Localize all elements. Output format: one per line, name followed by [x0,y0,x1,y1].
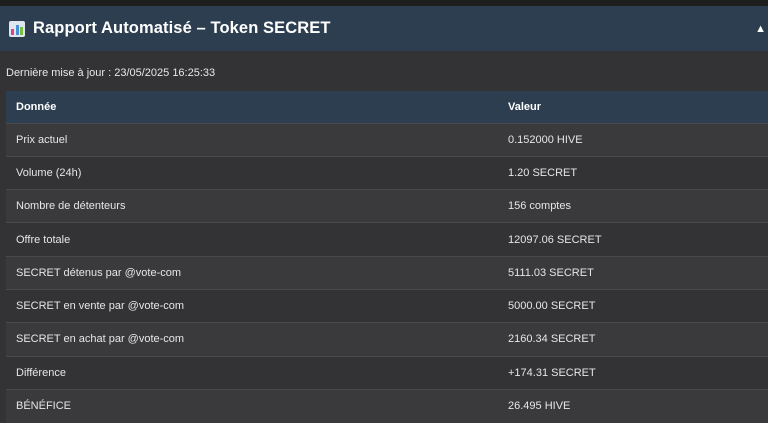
row-value: 5111.03 SECRET [508,266,594,279]
report-title: Rapport Automatisé – Token SECRET [33,19,331,37]
row-key: BÉNÉFICE [16,400,72,413]
last-updated: Dernière mise à jour : 23/05/2025 16:25:… [6,67,216,79]
row-value: 12097.06 SECRET [508,233,602,246]
report-header[interactable]: Rapport Automatisé – Token SECRET ▲ [0,6,768,51]
row-value: 2160.34 SECRET [508,333,596,346]
row-key: SECRET en achat par @vote-com [16,333,185,346]
row-value: 0.152000 HIVE [508,133,583,146]
row-value: 1.20 SECRET [508,166,578,179]
table-header-row: Donnée Valeur [6,91,768,123]
table-row: SECRET détenus par @vote-com 5111.03 SEC… [6,256,768,290]
table-row: Différence +174.31 SECRET [6,356,768,390]
row-key: SECRET en vente par @vote-com [16,300,185,313]
row-value: 26.495 HIVE [508,400,571,413]
report-table: Donnée Valeur Prix actuel 0.152000 HIVE … [6,91,768,423]
table-row: Volume (24h) 1.20 SECRET [6,156,768,190]
table-row: BÉNÉFICE 26.495 HIVE [6,389,768,423]
row-key: Nombre de détenteurs [16,200,126,213]
row-key: Offre totale [16,233,71,246]
bar-chart-icon [9,20,25,37]
row-key: Prix actuel [16,133,68,146]
collapse-toggle-icon[interactable]: ▲ [755,23,766,35]
table-row: Nombre de détenteurs 156 comptes [6,189,768,223]
table-row: SECRET en vente par @vote-com 5000.00 SE… [6,289,768,323]
table-row: Offre totale 12097.06 SECRET [6,222,768,257]
row-value: 156 comptes [508,200,571,213]
row-key: SECRET détenus par @vote-com [16,266,182,279]
report-table-container: Donnée Valeur Prix actuel 0.152000 HIVE … [6,91,768,423]
row-key: Différence [16,366,66,379]
row-key: Volume (24h) [16,166,82,179]
table-row: SECRET en achat par @vote-com 2160.34 SE… [6,322,768,357]
table-row: Prix actuel 0.152000 HIVE [6,123,768,157]
column-header-donnee: Donnée [16,100,57,113]
row-value: +174.31 SECRET [508,366,596,379]
column-header-valeur: Valeur [508,100,542,113]
row-value: 5000.00 SECRET [508,300,596,313]
